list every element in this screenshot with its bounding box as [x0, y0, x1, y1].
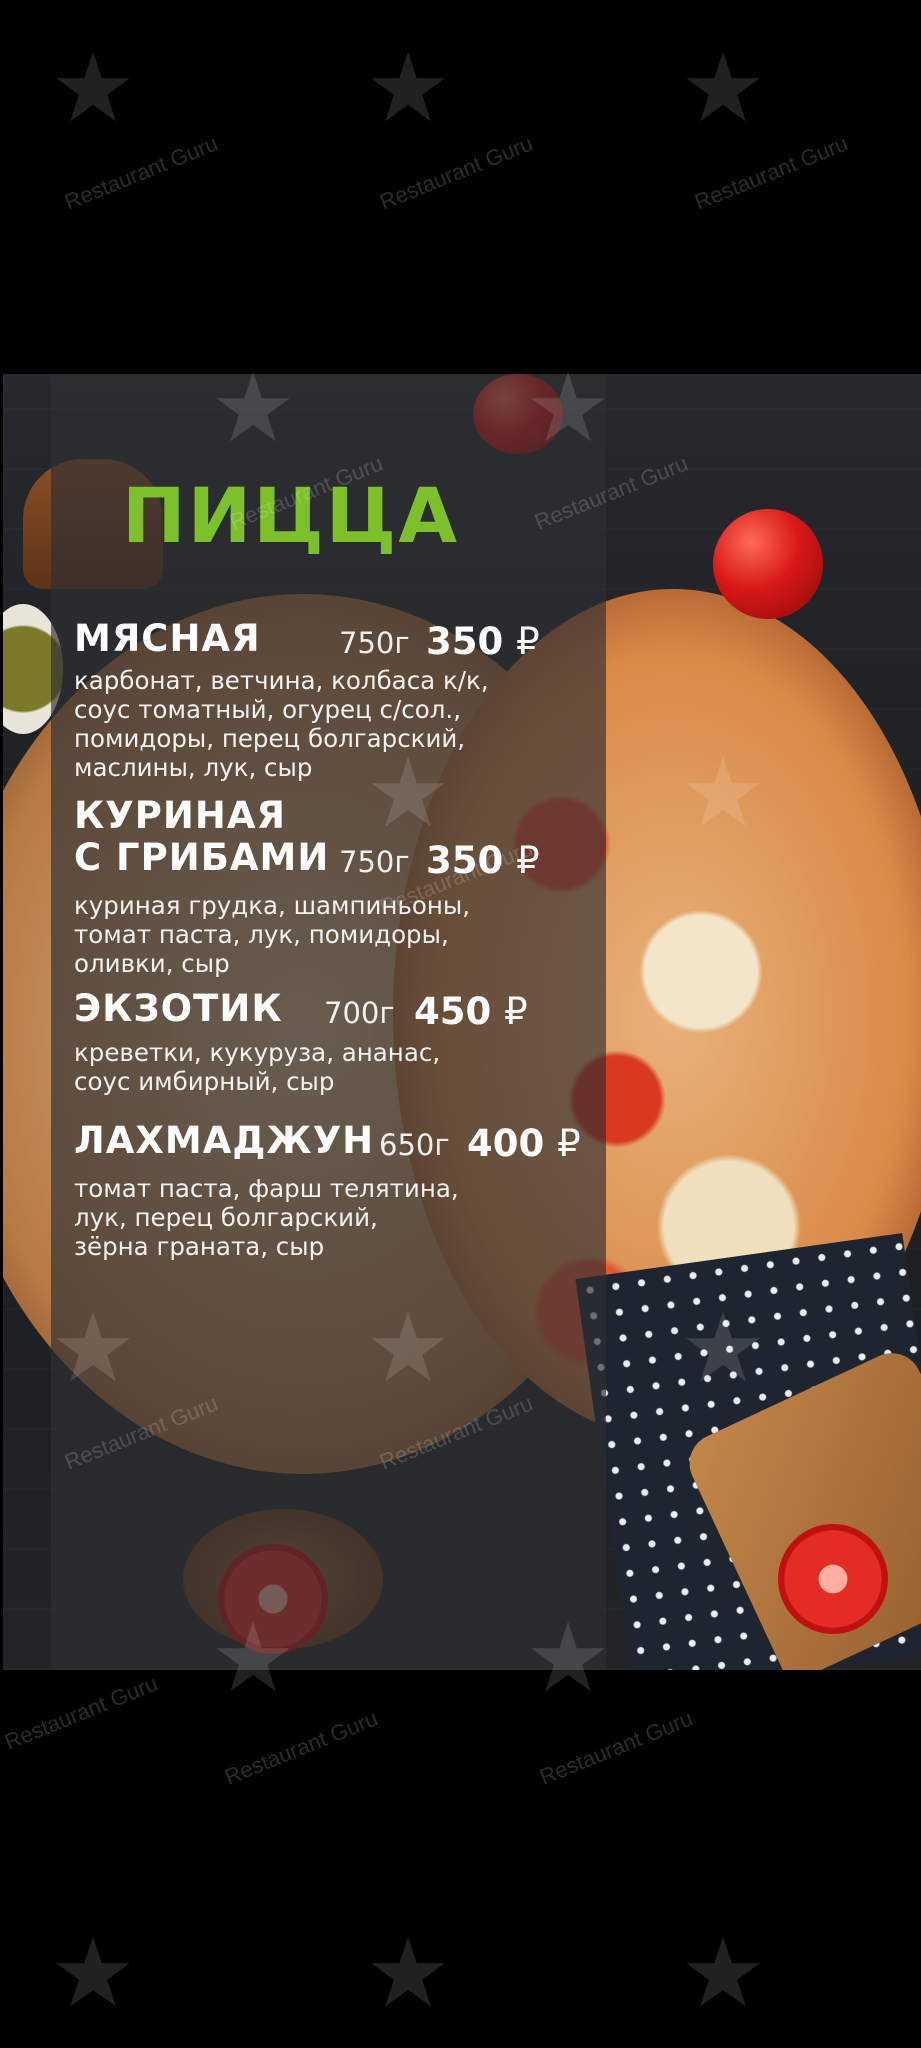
menu-item-weight: 700г [324, 996, 395, 1030]
price-value: 450 [414, 990, 492, 1033]
menu-item: ЭКЗОТИК 700г 450 ₽ креветки, кукуруза, а… [74, 990, 594, 1096]
description-line: креветки, кукуруза, ананас, [74, 1038, 441, 1067]
fork-star-icon: ★ [680, 32, 767, 144]
menu-item-weight: 750г [339, 626, 410, 660]
description-line: зёрна граната, сыр [74, 1232, 325, 1261]
menu-item-header: ЭКЗОТИК 700г 450 ₽ [74, 987, 594, 1033]
menu-item-price: 350 ₽ [426, 839, 540, 882]
description-line: томат паста, фарш телятина, [74, 1174, 459, 1203]
watermark-text: Restaurant Guru [61, 130, 222, 215]
fork-star-icon: ★ [50, 32, 137, 144]
description-line: куриная грудка, шампиньоны, [74, 891, 471, 920]
currency-symbol: ₽ [516, 620, 540, 663]
menu-item-header: ЛАХМАДЖУН 650г 400 ₽ [74, 1119, 604, 1165]
currency-symbol: ₽ [516, 839, 540, 882]
description-line: маслины, лук, сыр [74, 753, 313, 782]
fork-star-icon: ★ [680, 1917, 767, 2029]
menu-item-name: ЛАХМАДЖУН [74, 1119, 375, 1162]
screenshot-canvas: ПИЦЦА МЯСНАЯ 750г 350 ₽ карбонат, ветчин… [0, 0, 921, 2048]
description-line: помидоры, перец болгарский, [74, 724, 466, 753]
tomato-slice-board [778, 1524, 888, 1634]
price-value: 400 [467, 1122, 545, 1165]
menu-item-header: С ГРИБАМИ 750г 350 ₽ [74, 836, 594, 882]
menu-item-price: 400 ₽ [467, 1122, 581, 1165]
currency-symbol: ₽ [557, 1122, 581, 1165]
description-line: карбонат, ветчина, колбаса к/к, [74, 666, 489, 695]
menu-item-name-line: КУРИНАЯ [74, 794, 286, 837]
menu-item-description: карбонат, ветчина, колбаса к/к, соус том… [74, 666, 594, 782]
menu-item-price: 450 ₽ [414, 990, 528, 1033]
watermark-text: Restaurant Guru [221, 1705, 382, 1790]
watermark-text: Restaurant Guru [536, 1705, 697, 1790]
menu-item-weight: 650г [379, 1128, 450, 1162]
watermark-text: Restaurant Guru [376, 130, 537, 215]
watermark-text: Restaurant Guru [1, 1670, 162, 1755]
price-value: 350 [426, 839, 504, 882]
menu-item-description: томат паста, фарш телятина, лук, перец б… [74, 1174, 604, 1261]
description-line: оливки, сыр [74, 949, 230, 978]
menu-title: ПИЦЦА [122, 471, 460, 560]
fork-star-icon: ★ [50, 1917, 137, 2029]
menu-item-description: куриная грудка, шампиньоны, томат паста,… [74, 891, 594, 978]
menu-item-name: ЭКЗОТИК [74, 987, 283, 1030]
menu-item-weight: 750г [339, 845, 410, 879]
menu-item-price: 350 ₽ [426, 620, 540, 663]
watermark-text: Restaurant Guru [691, 130, 852, 215]
description-line: томат паста, лук, помидоры, [74, 920, 449, 949]
menu-item-name: С ГРИБАМИ [74, 836, 330, 879]
menu-item-header: МЯСНАЯ 750г 350 ₽ [74, 617, 594, 663]
description-line: соус имбирный, сыр [74, 1067, 335, 1096]
menu-item: КУРИНАЯ С ГРИБАМИ 750г 350 ₽ куриная гру… [74, 797, 594, 978]
fork-star-icon: ★ [365, 32, 452, 144]
menu-item: ЛАХМАДЖУН 650г 400 ₽ томат паста, фарш т… [74, 1122, 604, 1261]
description-line: лук, перец болгарский, [74, 1203, 378, 1232]
tomato-right [713, 509, 823, 619]
description-line: соус томатный, огурец с/сол., [74, 695, 461, 724]
price-value: 350 [426, 620, 504, 663]
menu-item: МЯСНАЯ 750г 350 ₽ карбонат, ветчина, кол… [74, 620, 594, 782]
menu-item-description: креветки, кукуруза, ананас, соус имбирны… [74, 1038, 594, 1096]
currency-symbol: ₽ [504, 990, 528, 1033]
menu-item-name: МЯСНАЯ [74, 617, 261, 660]
fork-star-icon: ★ [365, 1917, 452, 2029]
